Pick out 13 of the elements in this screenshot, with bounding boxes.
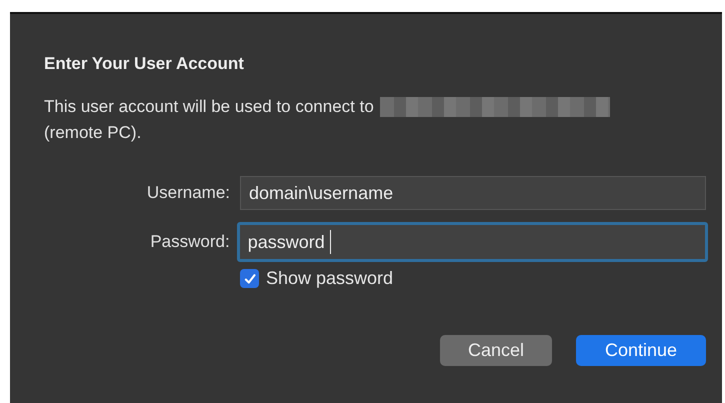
checkbox-label: Show password: [266, 268, 394, 289]
field-label: Username:: [146, 183, 231, 203]
description-text: (remote PC).: [44, 122, 142, 144]
field-label: Password:: [149, 232, 231, 252]
input-field[interactable]: password: [236, 222, 708, 262]
text-caret-icon: [330, 230, 332, 254]
dialog-title: Enter Your User Account: [44, 54, 245, 74]
description-text: This user account will be used to connect to: [44, 96, 374, 118]
checkbox[interactable]: [240, 269, 259, 288]
input-field[interactable]: domain\username: [240, 176, 706, 210]
cancel-button[interactable]: Cancel: [440, 335, 552, 366]
checkmark-icon: [242, 272, 256, 286]
continue-button[interactable]: Continue: [576, 335, 706, 366]
